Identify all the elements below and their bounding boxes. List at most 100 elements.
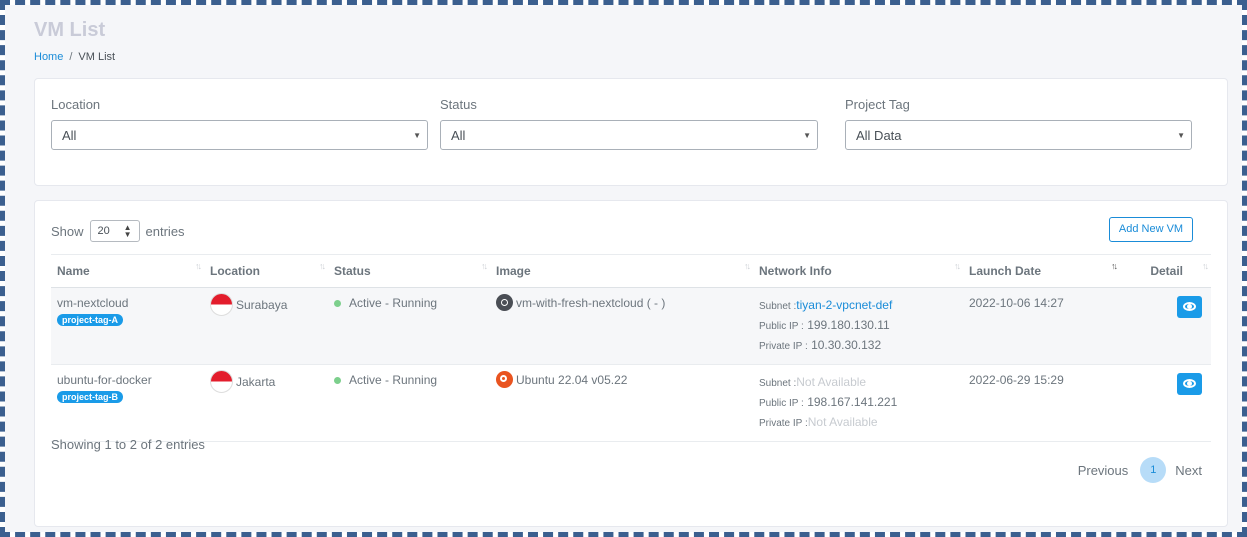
add-new-vm-button[interactable]: Add New VM: [1109, 217, 1193, 242]
project-tag-badge: project-tag-B: [57, 391, 123, 403]
detail-cell: [1120, 364, 1211, 442]
vm-name: vm-nextcloud: [57, 296, 129, 310]
location-cell: Jakarta: [204, 364, 328, 442]
private-ip-line: Private IP :Not Available: [759, 413, 957, 433]
column-header-image[interactable]: Image ↑↓: [490, 254, 753, 288]
show-label: Show: [51, 223, 84, 239]
status-text: Active - Running: [349, 296, 438, 310]
sort-icon: ↑↓: [744, 261, 751, 271]
table-row: vm-nextcloud project-tag-A Surabaya Acti…: [51, 287, 1211, 365]
image-text: vm-with-fresh-nextcloud ( - ): [516, 296, 666, 310]
sort-icon: ↑↓: [481, 261, 488, 271]
subnet-line: Subnet :Not Available: [759, 373, 957, 393]
image-cell: Ubuntu 22.04 v05.22: [490, 364, 753, 442]
breadcrumb-current: VM List: [78, 51, 116, 63]
page-title: VM List: [34, 19, 106, 41]
subnet-line: Subnet :tiyan-2-vpcnet-def: [759, 296, 957, 316]
column-header-label: Status: [334, 264, 371, 278]
column-header-location[interactable]: Location ↑↓: [204, 254, 328, 288]
status-dot-icon: [334, 377, 341, 385]
sort-descending-icon: ↑↓: [1111, 261, 1118, 271]
view-detail-button[interactable]: [1177, 296, 1202, 318]
table-info: Showing 1 to 2 of 2 entries: [51, 437, 205, 452]
location-filter: Location All ▼: [51, 97, 428, 150]
sort-icon: ↑↓: [1202, 261, 1209, 271]
breadcrumb-home-link[interactable]: Home: [34, 51, 63, 63]
location-text: Surabaya: [236, 298, 288, 313]
public-ip-label: Public IP :: [759, 398, 804, 409]
nextcloud-icon: [496, 293, 513, 311]
column-header-label: Launch Date: [969, 264, 1042, 278]
chevron-down-icon: ▼: [1177, 131, 1185, 140]
private-ip-label: Private IP :: [759, 341, 808, 352]
status-select[interactable]: All ▼: [440, 120, 818, 150]
private-ip-value: 10.30.30.132: [811, 338, 882, 352]
filter-card: Location All ▼ Status All ▼ Project Tag …: [34, 78, 1228, 186]
page-length-control: Show 20 ▲ ▼ entries: [51, 220, 185, 242]
sort-icon: ↑↓: [319, 261, 326, 271]
view-detail-button[interactable]: [1177, 373, 1202, 395]
column-header-launch-date[interactable]: Launch Date ↑↓: [963, 254, 1120, 288]
location-text: Jakarta: [236, 375, 276, 390]
launch-date-cell: 2022-06-29 15:29: [963, 364, 1120, 442]
subnet-label: Subnet :: [759, 301, 797, 312]
column-header-name[interactable]: Name ↑↓: [51, 254, 204, 288]
location-filter-label: Location: [51, 97, 101, 112]
status-filter-label: Status: [440, 97, 477, 112]
breadcrumb: Home / VM List: [34, 51, 115, 63]
column-header-network-info[interactable]: Network Info ↑↓: [753, 254, 963, 288]
project-tag-select-value: All Data: [856, 128, 902, 143]
vm-table-card: Show 20 ▲ ▼ entries Add New VM Name ↑↓ Loc…: [34, 200, 1228, 527]
private-ip-line: Private IP : 10.30.30.132: [759, 336, 957, 356]
pagination: Previous 1 Next: [1078, 457, 1202, 483]
spinner-arrows-icon: ▲ ▼: [123, 223, 132, 239]
sort-icon: ↑↓: [954, 261, 961, 271]
indonesia-flag-icon: [210, 370, 233, 393]
project-tag-filter: Project Tag All Data ▼: [845, 97, 1192, 150]
status-cell: Active - Running: [328, 287, 490, 365]
column-header-label: Network Info: [759, 264, 832, 278]
page-length-value: 20: [97, 225, 110, 237]
column-header-status[interactable]: Status ↑↓: [328, 254, 490, 288]
status-select-value: All: [451, 128, 466, 143]
project-tag-filter-label: Project Tag: [845, 97, 910, 112]
public-ip-line: Public IP : 198.167.141.221: [759, 393, 957, 413]
page-1-button[interactable]: 1: [1140, 457, 1167, 483]
public-ip-label: Public IP :: [759, 321, 804, 332]
subnet-link[interactable]: tiyan-2-vpcnet-def: [796, 298, 892, 312]
status-filter: Status All ▼: [440, 97, 818, 150]
launch-date-cell: 2022-10-06 14:27: [963, 287, 1120, 365]
project-tag-select[interactable]: All Data ▼: [845, 120, 1192, 150]
status-cell: Active - Running: [328, 364, 490, 442]
column-header-label: Detail: [1150, 264, 1183, 278]
subnet-label: Subnet :: [759, 378, 797, 389]
public-ip-value: 198.167.141.221: [807, 395, 898, 409]
location-select[interactable]: All ▼: [51, 120, 428, 150]
vm-table: Name ↑↓ Location ↑↓ Status ↑↓ Image ↑↓ Netwo…: [51, 254, 1211, 442]
column-header-detail[interactable]: Detail ↑↓: [1120, 254, 1211, 288]
location-cell: Surabaya: [204, 287, 328, 365]
previous-page-button[interactable]: Previous: [1078, 463, 1129, 478]
private-ip-value: Not Available: [807, 415, 878, 429]
status-text: Active - Running: [349, 373, 438, 387]
name-cell: vm-nextcloud project-tag-A: [51, 287, 204, 365]
chevron-down-icon: ▼: [803, 131, 811, 140]
network-info-cell: Subnet :Not Available Public IP : 198.16…: [753, 364, 963, 442]
image-text: Ubuntu 22.04 v05.22: [516, 373, 628, 387]
network-info-cell: Subnet :tiyan-2-vpcnet-def Public IP : 1…: [753, 287, 963, 365]
breadcrumb-separator: /: [69, 51, 73, 63]
next-page-button[interactable]: Next: [1175, 463, 1202, 478]
private-ip-label: Private IP :: [759, 418, 808, 429]
vm-name: ubuntu-for-docker: [57, 373, 152, 387]
page-length-select[interactable]: 20 ▲ ▼: [89, 220, 140, 242]
status-dot-icon: [334, 300, 341, 308]
image-cell: vm-with-fresh-nextcloud ( - ): [490, 287, 753, 365]
name-cell: ubuntu-for-docker project-tag-B: [51, 364, 204, 442]
table-row: ubuntu-for-docker project-tag-B Jakarta …: [51, 364, 1211, 442]
location-select-value: All: [62, 128, 77, 143]
eye-pupil: [1187, 304, 1192, 309]
sort-icon: ↑↓: [195, 261, 202, 271]
public-ip-value: 199.180.130.11: [807, 318, 890, 332]
detail-cell: [1120, 287, 1211, 365]
page: VM List Home / VM List Location All ▼ Stat…: [5, 5, 1242, 532]
